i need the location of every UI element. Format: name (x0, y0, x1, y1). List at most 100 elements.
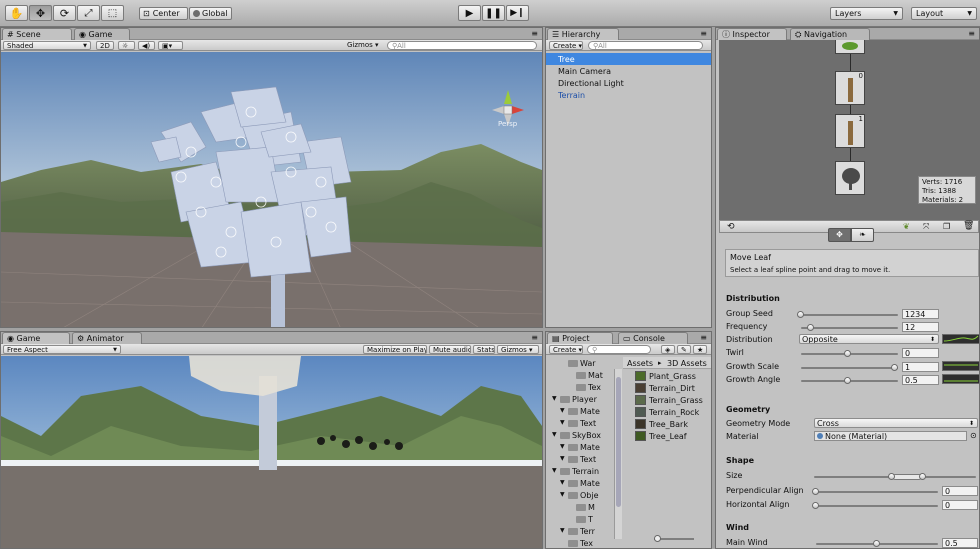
folder-item[interactable]: ▼ Mate (546, 441, 614, 453)
aspect-dropdown[interactable]: Free Aspect ▼ (3, 345, 121, 354)
material-field[interactable]: None (Material) (814, 431, 967, 441)
list-item[interactable]: Main Camera (546, 65, 711, 77)
asset-item[interactable]: Tree_Leaf (623, 430, 711, 442)
rect-tool-button[interactable]: ⬚ (101, 5, 124, 21)
asset-item[interactable]: Terrain_Rock (623, 406, 711, 418)
hierarchy-create-button[interactable]: Create ▾ (549, 41, 583, 50)
folder-item[interactable]: ▼ Terrain (546, 465, 614, 477)
panel-menu-icon[interactable]: ≡ (700, 29, 707, 38)
panel-menu-icon[interactable]: ≡ (968, 29, 975, 38)
project-search-input[interactable]: ⚲ (587, 345, 651, 354)
rotate-leaf-button[interactable]: ❧ (851, 228, 874, 242)
expand-arrow-icon[interactable]: ▼ (560, 479, 565, 486)
scrollbar-thumb[interactable] (616, 377, 621, 507)
slider-knob[interactable] (844, 350, 851, 357)
folder-item[interactable]: ▼ SkyBox (546, 429, 614, 441)
folder-item[interactable]: War (546, 357, 614, 369)
twirl-field[interactable]: 0 (902, 348, 939, 358)
expand-arrow-icon[interactable]: ▼ (560, 527, 565, 534)
frequency-field[interactable]: 12 (902, 322, 939, 332)
growth-angle-field[interactable]: 0.5 (902, 375, 939, 385)
expand-arrow-icon[interactable]: ▼ (560, 407, 565, 414)
slider-knob[interactable] (888, 473, 895, 480)
object-picker-icon[interactable]: ⊙ (970, 431, 977, 440)
audio-button[interactable]: ◀) (138, 41, 155, 50)
folder-item[interactable]: ▼ Mate (546, 405, 614, 417)
main-wind-field[interactable]: 0.5 (942, 538, 978, 548)
stats-toggle[interactable]: Stats (473, 345, 495, 354)
expand-arrow-icon[interactable]: ▼ (560, 491, 565, 498)
breadcrumb-leaf[interactable]: 3D Assets (667, 359, 707, 368)
hand-tool-button[interactable]: ✋ (5, 5, 28, 21)
slider-knob[interactable] (873, 540, 880, 547)
slider-knob[interactable] (812, 488, 819, 495)
tab-inspector[interactable]: ⓘ Inspector (717, 28, 787, 40)
list-item[interactable]: Terrain (546, 89, 711, 101)
tab-animator[interactable]: ⚙ Animator (72, 332, 142, 344)
root-node[interactable] (835, 161, 865, 195)
asset-item[interactable]: Terrain_Dirt (623, 382, 711, 394)
folder-item[interactable]: Tex (546, 381, 614, 393)
asset-item[interactable]: Plant_Grass (623, 370, 711, 382)
gizmos-menu[interactable]: Gizmos ▾ (347, 41, 379, 49)
tab-game-view[interactable]: ◉ Game (2, 332, 70, 344)
layers-dropdown[interactable]: Layers ▼ (830, 7, 903, 20)
slider-knob[interactable] (919, 473, 926, 480)
duplicate-icon[interactable]: ❐ (943, 222, 950, 231)
favorite-button[interactable]: ★ (693, 345, 707, 354)
branch-node[interactable]: 0 (835, 71, 865, 105)
breadcrumb-root[interactable]: Assets (627, 359, 653, 368)
folder-item[interactable]: Tex (546, 537, 614, 548)
tab-navigation[interactable]: ⛭ Navigation (790, 28, 870, 40)
panel-menu-icon[interactable]: ≡ (700, 333, 707, 342)
filter-type-button[interactable]: ◈ (661, 345, 675, 354)
growth-scale-field[interactable]: 1 (902, 362, 939, 372)
list-item[interactable]: Directional Light (546, 77, 711, 89)
leaf-node[interactable] (835, 40, 865, 54)
list-item[interactable]: Tree (546, 53, 711, 65)
distribution-curve[interactable] (942, 334, 979, 344)
mode-2d-button[interactable]: 2D (96, 41, 114, 50)
maximize-on-play-toggle[interactable]: Maximize on Play (363, 345, 427, 354)
tab-console[interactable]: ▭ Console (618, 332, 688, 344)
rotate-tool-button[interactable]: ⟳ (53, 5, 76, 21)
growth-angle-curve[interactable] (942, 374, 979, 384)
folder-item[interactable]: ▼ Obje (546, 489, 614, 501)
perpendicular-align-slider[interactable] (816, 491, 938, 493)
refresh-icon[interactable]: ⟲ (727, 222, 735, 232)
hierarchy-search-input[interactable]: ⚲All (588, 41, 703, 50)
shading-dropdown[interactable]: Shaded ▼ (3, 41, 91, 50)
branch-node[interactable]: 1 (835, 114, 865, 148)
folder-item[interactable]: T (546, 513, 614, 525)
move-leaf-button[interactable]: ✥ (828, 228, 851, 242)
group-seed-slider[interactable] (801, 314, 898, 316)
pivot-center-button[interactable]: ⊡ Center (139, 7, 188, 20)
scale-tool-button[interactable]: ⤢ (77, 5, 100, 21)
project-create-button[interactable]: Create ▾ (549, 345, 583, 354)
folder-item[interactable]: ▼ Mate (546, 477, 614, 489)
horizontal-align-slider[interactable] (816, 505, 938, 507)
folder-item[interactable]: M (546, 501, 614, 513)
layout-dropdown[interactable]: Layout ▼ (911, 7, 977, 20)
folder-item[interactable]: ▼ Terr (546, 525, 614, 537)
perpendicular-align-field[interactable]: 0 (942, 486, 978, 496)
tab-scene[interactable]: # Scene (2, 28, 72, 40)
horizontal-align-field[interactable]: 0 (942, 500, 978, 510)
folder-item[interactable]: ▼ Text (546, 417, 614, 429)
game-viewport[interactable] (1, 356, 542, 548)
step-button[interactable]: ▶❙ (506, 5, 529, 21)
delete-icon[interactable]: 🗑 (963, 221, 974, 231)
scene-viewport[interactable]: Persp (1, 52, 542, 327)
move-tool-button[interactable]: ✥ (29, 5, 52, 21)
tab-game[interactable]: ◉ Game (74, 28, 130, 40)
growth-scale-slider[interactable] (801, 367, 898, 369)
effects-button[interactable]: ▣▾ (158, 41, 183, 50)
slider-knob[interactable] (654, 535, 661, 542)
pause-button[interactable]: ❚❚ (482, 5, 505, 21)
slider-knob[interactable] (807, 324, 814, 331)
expand-arrow-icon[interactable]: ▼ (552, 395, 557, 402)
play-button[interactable]: ▶ (458, 5, 481, 21)
tab-hierarchy[interactable]: ☰ Hierarchy (547, 28, 619, 40)
folder-item[interactable]: ▼ Player (546, 393, 614, 405)
expand-arrow-icon[interactable]: ▼ (552, 431, 557, 438)
